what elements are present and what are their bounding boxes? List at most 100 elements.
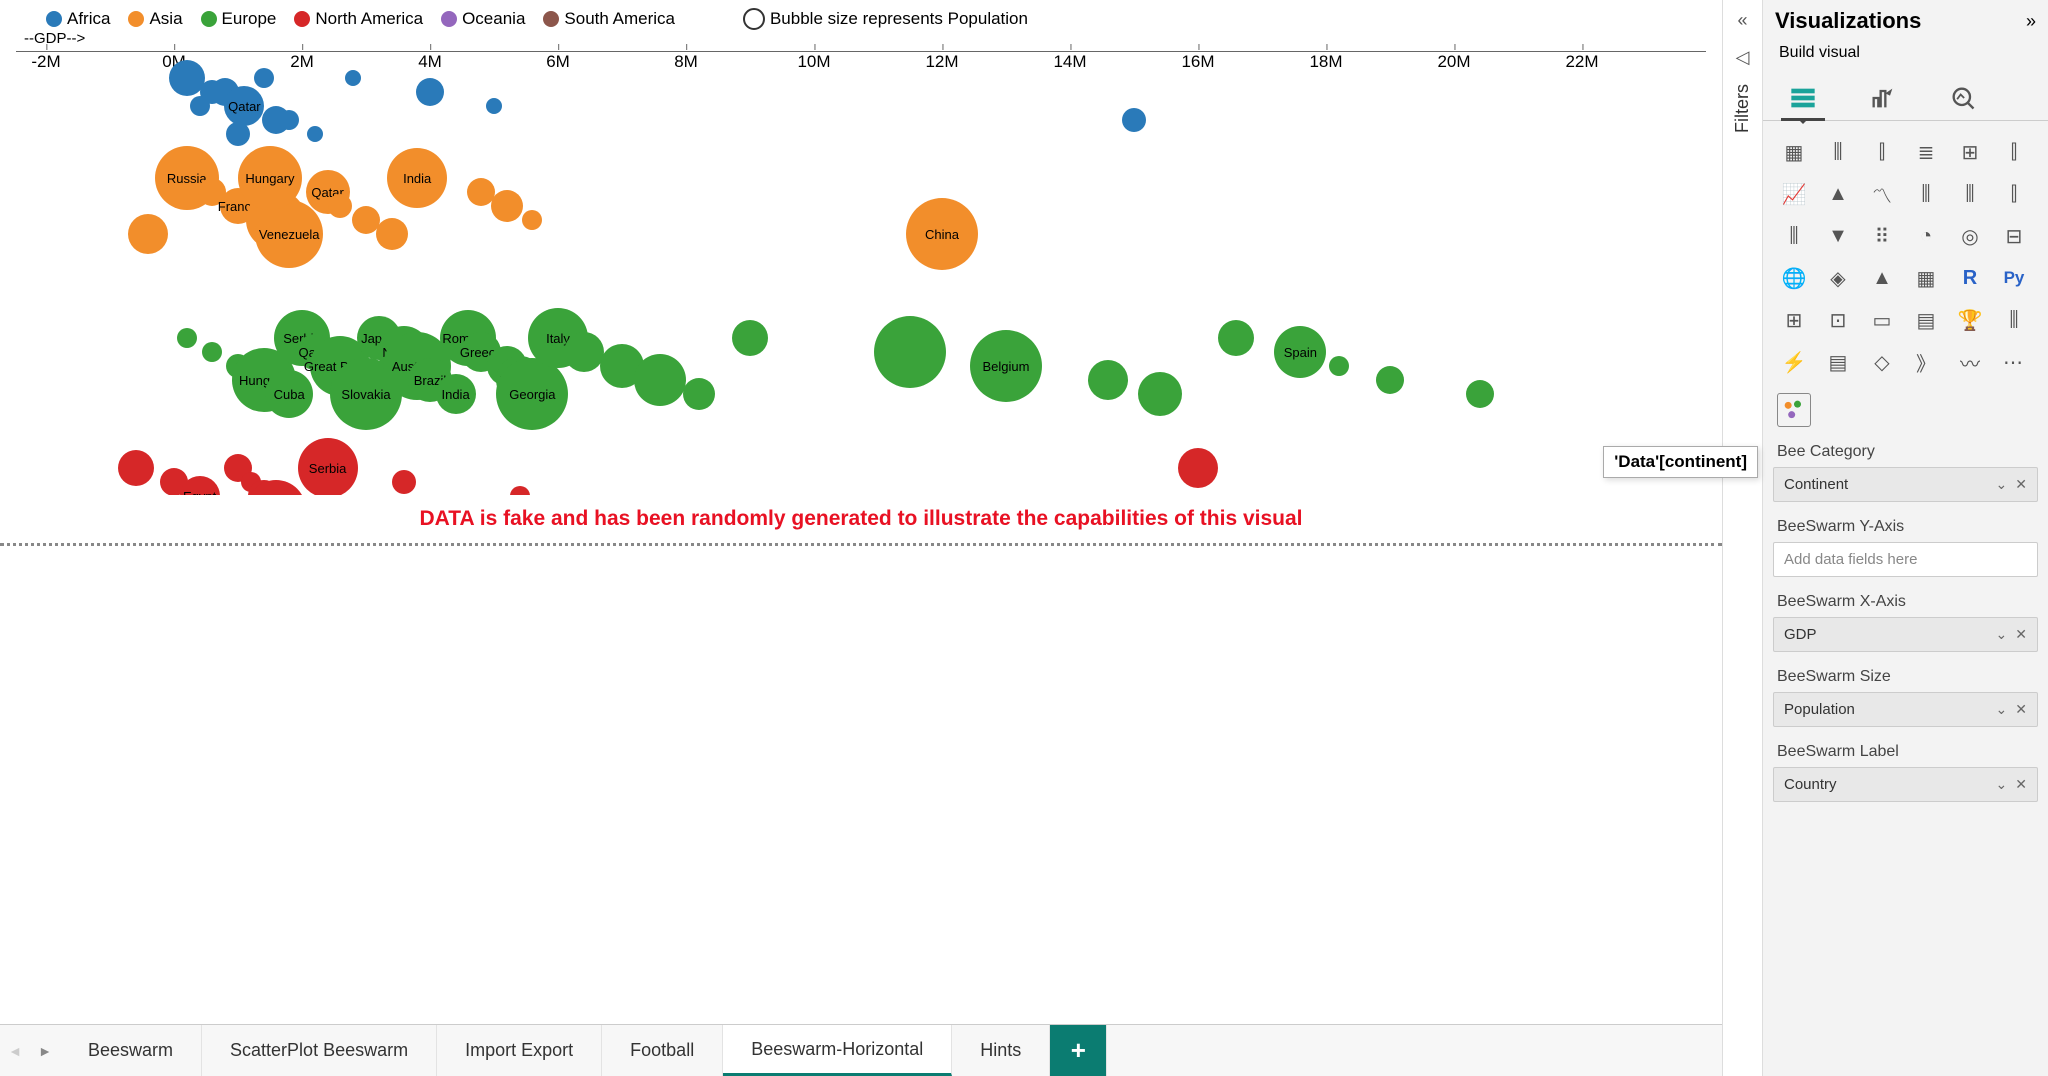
data-bubble[interactable] bbox=[177, 328, 197, 348]
data-bubble[interactable] bbox=[1218, 320, 1254, 356]
data-bubble[interactable] bbox=[491, 190, 523, 222]
field-well[interactable]: Continent⌄✕ bbox=[1773, 467, 2038, 502]
data-bubble[interactable] bbox=[1178, 448, 1218, 488]
viz-type-icon[interactable]: ▼ bbox=[1821, 219, 1855, 253]
fields-tab[interactable] bbox=[1781, 76, 1825, 120]
data-bubble[interactable] bbox=[1466, 380, 1494, 408]
data-bubble[interactable] bbox=[128, 214, 168, 254]
data-bubble[interactable]: Venezuela bbox=[255, 200, 323, 268]
analytics-tab[interactable] bbox=[1941, 76, 1985, 120]
data-bubble[interactable]: India bbox=[387, 148, 447, 208]
data-bubble[interactable] bbox=[1138, 372, 1182, 416]
data-bubble[interactable]: Serbia bbox=[298, 438, 358, 495]
data-bubble[interactable] bbox=[510, 486, 530, 495]
data-bubble[interactable] bbox=[486, 98, 502, 114]
viz-type-icon[interactable]: 〽 bbox=[1865, 177, 1899, 211]
filters-pane-collapsed[interactable]: « ◁ Filters bbox=[1722, 0, 1762, 1076]
viz-type-icon[interactable]: 〰 bbox=[1953, 345, 1987, 379]
viz-type-icon[interactable]: ⫿ bbox=[1865, 135, 1899, 169]
data-bubble[interactable] bbox=[1376, 366, 1404, 394]
viz-type-icon[interactable]: ▦ bbox=[1909, 261, 1943, 295]
data-bubble[interactable] bbox=[226, 122, 250, 146]
viz-type-icon[interactable]: ◎ bbox=[1953, 219, 1987, 253]
viz-type-icon[interactable]: 🌐 bbox=[1777, 261, 1811, 295]
viz-type-icon[interactable]: 🏆 bbox=[1953, 303, 1987, 337]
viz-type-icon[interactable]: ⫼ bbox=[1909, 177, 1943, 211]
remove-field-icon[interactable]: ✕ bbox=[2015, 626, 2027, 643]
data-bubble[interactable]: China bbox=[906, 198, 978, 270]
data-bubble[interactable] bbox=[683, 378, 715, 410]
expand-icon[interactable]: » bbox=[2026, 11, 2036, 32]
legend-item[interactable]: Europe bbox=[201, 9, 277, 29]
viz-type-icon[interactable]: R bbox=[1953, 261, 1987, 295]
data-bubble[interactable]: Cuba bbox=[265, 370, 313, 418]
field-well[interactable]: Population⌄✕ bbox=[1773, 692, 2038, 727]
chevron-down-icon[interactable]: ⌄ bbox=[1996, 626, 2008, 643]
data-bubble[interactable] bbox=[522, 210, 542, 230]
page-tab[interactable]: Football bbox=[602, 1025, 723, 1076]
viz-type-icon[interactable]: 》 bbox=[1909, 345, 1943, 379]
custom-visual-icon[interactable] bbox=[1777, 393, 1811, 427]
remove-field-icon[interactable]: ✕ bbox=[2015, 701, 2027, 718]
data-bubble[interactable] bbox=[118, 450, 154, 486]
data-bubble[interactable]: Hungary bbox=[238, 146, 302, 210]
viz-type-icon[interactable]: ⫼ bbox=[1997, 303, 2031, 337]
viz-type-icon[interactable]: ⠿ bbox=[1865, 219, 1899, 253]
data-bubble[interactable] bbox=[345, 70, 361, 86]
viz-type-icon[interactable]: ◇ bbox=[1865, 345, 1899, 379]
beeswarm-plot[interactable]: QatarRussiaFranceBrazilVenezuelaHungaryQ… bbox=[16, 76, 1706, 495]
viz-type-icon[interactable]: ⊞ bbox=[1777, 303, 1811, 337]
tab-prev-button[interactable]: ◄ bbox=[0, 1043, 30, 1059]
data-bubble[interactable] bbox=[202, 342, 222, 362]
data-bubble[interactable] bbox=[1329, 356, 1349, 376]
format-tab[interactable] bbox=[1861, 76, 1905, 120]
data-bubble[interactable] bbox=[376, 218, 408, 250]
viz-type-icon[interactable]: ⊞ bbox=[1953, 135, 1987, 169]
data-bubble[interactable]: Belgium bbox=[970, 330, 1042, 402]
viz-type-icon[interactable]: ⊡ bbox=[1821, 303, 1855, 337]
data-bubble[interactable] bbox=[254, 68, 274, 88]
data-bubble[interactable] bbox=[279, 110, 299, 130]
viz-type-icon[interactable]: ⋯ bbox=[1997, 345, 2031, 379]
viz-type-icon[interactable]: ▤ bbox=[1821, 345, 1855, 379]
viz-type-icon[interactable]: ⫼ bbox=[1821, 135, 1855, 169]
viz-type-icon[interactable]: ⫿ bbox=[1997, 135, 2031, 169]
viz-type-icon[interactable]: ⊟ bbox=[1997, 219, 2031, 253]
data-bubble[interactable] bbox=[392, 470, 416, 494]
field-well[interactable]: Add data fields here bbox=[1773, 542, 2038, 577]
page-tab[interactable]: Beeswarm-Horizontal bbox=[723, 1025, 952, 1076]
legend-item[interactable]: Africa bbox=[46, 9, 110, 29]
data-bubble[interactable]: Spain bbox=[1274, 326, 1326, 378]
viz-type-icon[interactable]: Py bbox=[1997, 261, 2031, 295]
data-bubble[interactable] bbox=[732, 320, 768, 356]
viz-type-icon[interactable]: ▲ bbox=[1865, 261, 1899, 295]
data-bubble[interactable] bbox=[1122, 108, 1146, 132]
data-bubble[interactable] bbox=[564, 332, 604, 372]
tab-next-button[interactable]: ► bbox=[30, 1043, 60, 1059]
viz-type-icon[interactable]: ⚡ bbox=[1777, 345, 1811, 379]
remove-field-icon[interactable]: ✕ bbox=[2015, 776, 2027, 793]
viz-type-icon[interactable]: ◔ bbox=[1909, 219, 1943, 253]
data-bubble[interactable] bbox=[328, 194, 352, 218]
data-bubble[interactable] bbox=[307, 126, 323, 142]
field-well[interactable]: Country⌄✕ bbox=[1773, 767, 2038, 802]
remove-field-icon[interactable]: ✕ bbox=[2015, 476, 2027, 493]
viz-type-icon[interactable]: ▲ bbox=[1821, 177, 1855, 211]
data-bubble[interactable] bbox=[416, 78, 444, 106]
data-bubble[interactable]: India bbox=[436, 374, 476, 414]
data-bubble[interactable] bbox=[169, 60, 205, 96]
legend-item[interactable]: Oceania bbox=[441, 9, 525, 29]
data-bubble[interactable] bbox=[1088, 360, 1128, 400]
chevron-down-icon[interactable]: ⌄ bbox=[1996, 476, 2008, 493]
data-bubble[interactable]: Qatar bbox=[224, 86, 264, 126]
page-tab[interactable]: Beeswarm bbox=[60, 1025, 202, 1076]
legend-item[interactable]: South America bbox=[543, 9, 675, 29]
chevron-down-icon[interactable]: ⌄ bbox=[1996, 776, 2008, 793]
add-page-button[interactable]: + bbox=[1050, 1025, 1107, 1076]
data-bubble[interactable] bbox=[190, 96, 210, 116]
viz-type-icon[interactable]: ◈ bbox=[1821, 261, 1855, 295]
page-tab[interactable]: Import Export bbox=[437, 1025, 602, 1076]
data-bubble[interactable] bbox=[634, 354, 686, 406]
data-bubble[interactable] bbox=[874, 316, 946, 388]
viz-type-icon[interactable]: ≣ bbox=[1909, 135, 1943, 169]
